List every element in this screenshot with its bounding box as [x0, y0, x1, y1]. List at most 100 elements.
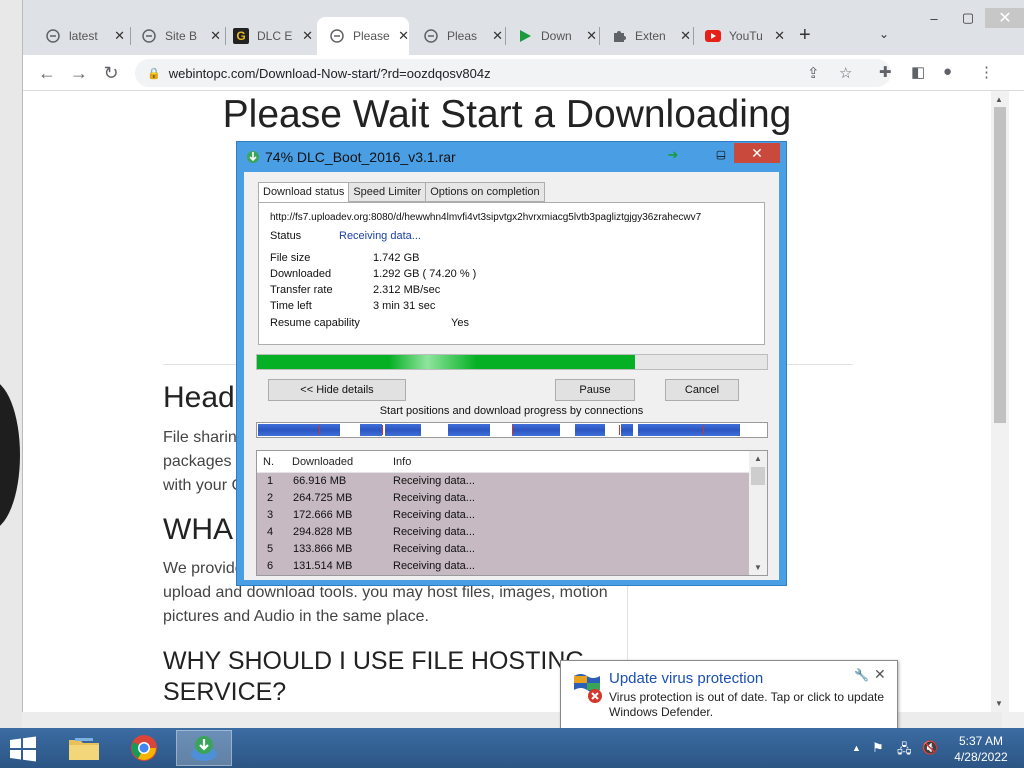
tray-expand-icon[interactable]: ▲ — [852, 743, 861, 753]
time-left-label: Time left — [270, 300, 312, 312]
scroll-down-arrow[interactable]: ▼ — [754, 563, 762, 572]
action-center-flag-icon[interactable]: ⚑ — [872, 740, 884, 756]
pin-arrow-icon[interactable]: ➜ — [663, 145, 683, 165]
virus-protection-notification[interactable]: Update virus protection Virus protection… — [560, 660, 898, 742]
connections-list: N. Downloaded Info 1 66.916 MB Receiving… — [256, 450, 768, 576]
windows-start-icon[interactable] — [8, 736, 38, 762]
scrollbar-thumb[interactable] — [994, 107, 1006, 423]
new-tab-button[interactable]: + — [799, 24, 811, 47]
clock-date: 4/28/2022 — [954, 750, 1008, 764]
share-icon[interactable]: ⇪ — [807, 64, 820, 82]
close-icon[interactable]: ✕ — [210, 28, 221, 44]
network-icon[interactable]: 🖧 — [897, 740, 912, 762]
close-icon[interactable]: ✕ — [774, 28, 785, 44]
download-status-panel: http://fs7.uploadev.org:8080/d/hewwhn4lm… — [258, 202, 765, 345]
back-button[interactable]: ← — [35, 61, 59, 85]
scrollbar-thumb[interactable] — [751, 467, 765, 485]
list-scrollbar[interactable]: ▲ ▼ — [749, 451, 767, 575]
menu-kebab-icon[interactable]: ⋮ — [979, 63, 994, 81]
download-url: http://fs7.uploadev.org:8080/d/hewwhn4lm… — [270, 212, 702, 223]
dialog-close-button[interactable]: ✕ — [734, 143, 780, 163]
close-icon[interactable]: ✕ — [302, 28, 313, 44]
cell-n: 3 — [267, 509, 274, 521]
bookmark-star-icon[interactable]: ☆ — [839, 64, 852, 82]
settings-wrench-icon[interactable]: 🔧 — [854, 668, 869, 682]
tab-speed-limiter[interactable]: Speed Limiter — [348, 182, 427, 202]
table-row[interactable]: 2 264.725 MB Receiving data... — [257, 490, 749, 507]
tab-youtube[interactable]: YouTu ✕ — [693, 17, 785, 55]
scroll-up-arrow[interactable]: ▲ — [995, 95, 1003, 104]
connection-segment — [638, 424, 740, 436]
reload-button[interactable]: ↻ — [99, 61, 123, 85]
tab-site[interactable]: Site B ✕ — [129, 17, 221, 55]
paragraph-line: File sharing — [163, 429, 246, 446]
cell-n: 5 — [267, 543, 274, 555]
tab-please-2[interactable]: Pleas ✕ — [411, 17, 503, 55]
hide-details-button[interactable]: << Hide details — [268, 379, 406, 401]
page-title: Please Wait Start a Downloading — [222, 93, 792, 136]
connection-marker — [382, 425, 383, 435]
taskbar-chrome[interactable] — [116, 730, 172, 766]
tab-download[interactable]: Down ✕ — [505, 17, 597, 55]
pause-button[interactable]: Pause — [555, 379, 635, 401]
tab-dlc[interactable]: G DLC E ✕ — [221, 17, 313, 55]
address-bar[interactable]: 🔒 webintopc.com/Download-Now-start/?rd=o… — [135, 59, 891, 87]
browser-toolbar: ← → ↻ 🔒 webintopc.com/Download-Now-start… — [23, 55, 1024, 91]
dialog-title: 74% DLC_Boot_2016_v3.1.rar — [265, 149, 456, 165]
side-panel-icon[interactable]: ◧ — [911, 63, 925, 81]
cell-n: 1 — [267, 475, 274, 487]
progress-fill — [257, 355, 636, 369]
dialog-maximize-button[interactable]: ▢ — [713, 144, 729, 164]
minimize-button[interactable]: – — [917, 8, 951, 28]
close-icon[interactable]: ✕ — [398, 28, 409, 44]
scroll-up-arrow[interactable]: ▲ — [754, 454, 762, 463]
cancel-button[interactable]: Cancel — [665, 379, 739, 401]
notification-close-icon[interactable]: ✕ — [874, 666, 886, 683]
table-row[interactable]: 3 172.666 MB Receiving data... — [257, 507, 749, 524]
window-close-button[interactable]: ✕ — [985, 8, 1024, 28]
taskbar-download-manager[interactable] — [176, 730, 232, 766]
close-icon[interactable]: ✕ — [114, 28, 125, 44]
downloaded-value: 1.292 GB ( 74.20 % ) — [373, 268, 477, 280]
system-clock[interactable]: 5:37 AM 4/28/2022 — [952, 733, 1010, 765]
column-n[interactable]: N. — [263, 456, 274, 468]
volume-muted-icon[interactable]: 🔇 — [922, 740, 938, 756]
profile-avatar-icon[interactable]: ● — [943, 63, 952, 80]
table-row[interactable]: 4 294.828 MB Receiving data... — [257, 524, 749, 541]
cell-n: 2 — [267, 492, 274, 504]
cell-info: Receiving data... — [393, 543, 475, 555]
download-progress-bar — [256, 354, 768, 370]
table-row[interactable]: 6 131.514 MB Receiving data... — [257, 558, 749, 575]
column-info[interactable]: Info — [393, 456, 411, 468]
tab-options-on-completion[interactable]: Options on completion — [425, 182, 545, 202]
forward-button[interactable]: → — [67, 61, 91, 85]
tab-latest[interactable]: latest ✕ — [33, 17, 125, 55]
tab-please-active[interactable]: Please ✕ — [317, 17, 409, 55]
scroll-down-arrow[interactable]: ▼ — [995, 699, 1003, 708]
restore-button[interactable]: ▢ — [951, 8, 985, 28]
dialog-body: Download status Speed Limiter Options on… — [244, 172, 779, 580]
tab-extensions[interactable]: Exten ✕ — [599, 17, 691, 55]
dialog-titlebar[interactable]: 74% DLC_Boot_2016_v3.1.rar ➜ – ▢ ✕ — [237, 142, 786, 172]
globe-icon — [329, 28, 345, 44]
connection-marker — [512, 425, 513, 435]
tab-download-status[interactable]: Download status — [258, 182, 350, 203]
close-icon[interactable]: ✕ — [492, 28, 503, 44]
extensions-puzzle-icon[interactable]: ✚ — [879, 63, 892, 81]
cell-info: Receiving data... — [393, 560, 475, 572]
close-icon[interactable]: ✕ — [586, 28, 597, 44]
connection-segment — [385, 424, 421, 436]
close-icon[interactable]: ✕ — [680, 28, 691, 44]
column-downloaded[interactable]: Downloaded — [292, 456, 353, 468]
tab-title: Down — [541, 29, 572, 43]
page-scrollbar[interactable]: ▲ ▼ — [991, 91, 1009, 712]
time-left-value: 3 min 31 sec — [373, 300, 436, 312]
chevron-down-icon[interactable]: ⌄ — [879, 27, 889, 41]
cell-info: Receiving data... — [393, 526, 475, 538]
section-heading: WHY SHOULD I USE FILE HOSTING SERVICE? — [163, 647, 585, 706]
tab-strip: latest ✕ Site B ✕ G DLC E ✕ Please ✕ Ple… — [23, 0, 1024, 55]
taskbar-file-explorer[interactable] — [56, 730, 112, 766]
table-row[interactable]: 5 133.866 MB Receiving data... — [257, 541, 749, 558]
table-row[interactable]: 1 66.916 MB Receiving data... — [257, 473, 749, 490]
connection-segment — [258, 424, 340, 436]
